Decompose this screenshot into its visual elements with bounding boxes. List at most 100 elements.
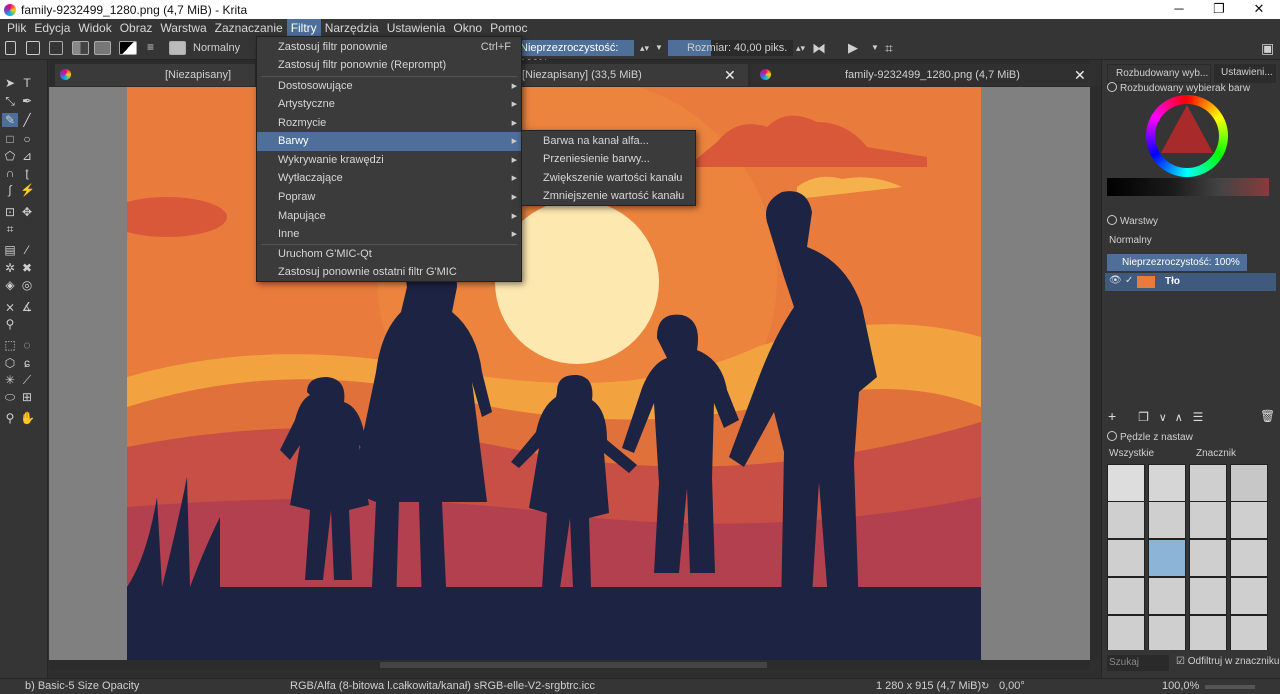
opacity-dropdown-icon[interactable]: ▼ <box>655 40 663 56</box>
move-up-icon[interactable]: ∧ <box>1175 412 1183 424</box>
rectangle-tool-icon[interactable]: □ <box>3 132 17 146</box>
visibility-icon[interactable]: 👁 <box>1109 275 1122 286</box>
presets-search-input[interactable]: Szukaj <box>1107 655 1169 671</box>
vertical-scrollbar[interactable] <box>1090 87 1101 660</box>
menu-item-map[interactable]: Mapujące ▶ <box>257 207 521 226</box>
brush-preset[interactable] <box>1230 501 1268 539</box>
line-tool-icon[interactable]: ╱ <box>20 113 34 127</box>
filter-tag-checkbox[interactable]: ☑ Odfiltruj w znaczniku <box>1176 656 1279 667</box>
crop-tool-icon[interactable]: ⌗ <box>3 222 17 236</box>
bezier-tool-icon[interactable]: ∩ <box>3 166 17 180</box>
color-picker-icon[interactable]: ⁄ <box>20 243 34 257</box>
menu-item-reapply-gmic[interactable]: Zastosuj ponownie ostatni filtr G'MIC <box>257 263 521 282</box>
pattern-icon[interactable] <box>94 41 111 55</box>
menu-window[interactable]: Okno <box>449 19 486 37</box>
menu-item-other[interactable]: Inne ▶ <box>257 225 521 244</box>
maximize-button[interactable]: ❐ <box>1200 0 1238 19</box>
brush-preset[interactable] <box>1189 464 1227 502</box>
presets-tag-select[interactable]: Znacznik <box>1196 448 1236 459</box>
freehand-brush-icon[interactable]: ✎ <box>2 113 18 127</box>
brush-preset[interactable] <box>1189 539 1227 577</box>
contiguous-select-icon[interactable]: ✳ <box>3 373 17 387</box>
blend-mode-select[interactable]: Normalny <box>193 40 240 56</box>
calligraphy-icon[interactable]: ✒ <box>20 94 34 108</box>
freehand-select-icon[interactable]: ɕ <box>20 356 34 370</box>
menu-item-enhance[interactable]: Popraw ▶ <box>257 188 521 207</box>
dynamic-brush-icon[interactable]: ∫ <box>3 183 17 197</box>
save-icon[interactable] <box>49 41 63 55</box>
bezier-select-icon[interactable]: ⬭ <box>3 390 17 404</box>
menu-item-adjust[interactable]: Dostosowujące ▶ <box>257 77 521 96</box>
wrap-icon[interactable]: ⌗ <box>885 40 893 56</box>
horizontal-scrollbar[interactable] <box>49 660 1090 670</box>
ellipse-select-icon[interactable]: ◌ <box>20 338 34 352</box>
tab-color-selector[interactable]: Rozbudowany wyb... <box>1107 64 1211 83</box>
brush-preset[interactable] <box>1148 501 1186 539</box>
menu-item-reapply-reprompt[interactable]: Zastosuj filtr ponownie (Reprompt) <box>257 56 521 75</box>
layer-row[interactable]: 👁 ✓ Tło <box>1105 273 1276 291</box>
brush-preset[interactable] <box>1107 464 1145 502</box>
text-tool-icon[interactable]: T <box>20 76 34 90</box>
colorize-mask-icon[interactable]: ✲ <box>3 261 17 275</box>
docker-toggle-icon[interactable]: ▣ <box>1261 40 1274 56</box>
scroll-thumb[interactable] <box>380 662 767 668</box>
magnetic-select-icon[interactable]: ⊞ <box>20 390 34 404</box>
color-shade-strip[interactable] <box>1107 178 1269 196</box>
duplicate-layer-icon[interactable]: ❐ <box>1138 410 1149 424</box>
add-layer-icon[interactable]: + <box>1108 408 1116 424</box>
minimize-button[interactable]: ─ <box>1160 0 1198 19</box>
open-file-icon[interactable] <box>26 41 40 55</box>
menu-image[interactable]: Obraz <box>116 19 157 37</box>
brush-preset[interactable] <box>1230 539 1268 577</box>
menu-filters[interactable]: Filtry <box>286 19 321 37</box>
mirror-dropdown-icon[interactable]: ▼ <box>871 40 879 56</box>
reference-tool-icon[interactable]: ⚲ <box>3 317 17 331</box>
menu-item-emboss[interactable]: Wytłaczające ▶ <box>257 169 521 188</box>
polygon-tool-icon[interactable]: ⬠ <box>3 149 17 163</box>
delete-layer-icon[interactable]: 🗑 <box>1260 408 1275 424</box>
mirror-vertical-icon[interactable]: ▶ <box>848 40 858 56</box>
brush-preset[interactable] <box>1230 464 1268 502</box>
menu-item-blur[interactable]: Rozmycie ▶ <box>257 114 521 133</box>
transform-tool-icon[interactable]: ⊡ <box>3 205 17 219</box>
layer-properties-icon[interactable]: ☰ <box>1193 410 1204 424</box>
menu-item-color-transfer[interactable]: Przeniesienie barwy... <box>522 150 695 169</box>
polygon-select-icon[interactable]: ⬡ <box>3 356 17 370</box>
brush-settings-icon[interactable]: ≡ <box>147 41 161 55</box>
brush-preset[interactable] <box>1148 615 1186 650</box>
close-button[interactable]: ✕ <box>1240 0 1278 19</box>
brush-preset[interactable] <box>1107 615 1145 650</box>
tab-document-3[interactable]: family-9232499_1280.png (4,7 MiB) ✕ <box>751 64 1097 86</box>
brush-preset[interactable] <box>1148 577 1186 615</box>
menu-help[interactable]: Pomoc <box>486 19 531 37</box>
similar-select-icon[interactable]: ⟋ <box>20 373 34 387</box>
brush-preset[interactable] <box>1107 501 1145 539</box>
layers-opacity-slider[interactable]: Nieprzezroczystość: 100% <box>1107 254 1247 271</box>
menu-edit[interactable]: Edycja <box>30 19 74 37</box>
opacity-slider[interactable]: Nieprzezroczystość: 100% <box>517 40 634 70</box>
menu-select[interactable]: Zaznaczanie <box>211 19 287 37</box>
menu-item-minimize-channel[interactable]: Zmniejszenie wartość kanału <box>522 187 695 206</box>
layers-blend-select[interactable]: Normalny <box>1109 235 1152 246</box>
menu-view[interactable]: Widok <box>74 19 115 37</box>
menu-item-colors[interactable]: Barwy ▶ <box>257 132 521 151</box>
brush-preset-icon[interactable] <box>169 41 186 55</box>
menu-item-edge-detection[interactable]: Wykrywanie krawędzi ▶ <box>257 151 521 170</box>
presets-filter-select[interactable]: Wszystkie <box>1109 448 1154 459</box>
brush-preset[interactable] <box>1230 615 1268 650</box>
ellipse-tool-icon[interactable]: ○ <box>20 132 34 146</box>
brush-preset[interactable] <box>1230 577 1268 615</box>
menu-tools[interactable]: Narzędzia <box>321 19 383 37</box>
new-file-icon[interactable] <box>5 41 16 55</box>
color-triangle[interactable] <box>1161 105 1213 153</box>
menu-item-maximize-channel[interactable]: Zwiększenie wartości kanału <box>522 169 695 188</box>
menu-file[interactable]: Plik <box>3 19 30 37</box>
move-tool-icon[interactable]: ✥ <box>20 205 34 219</box>
brush-preset[interactable] <box>1148 464 1186 502</box>
pan-tool-icon[interactable]: ✋ <box>20 411 35 425</box>
brush-preset-selected[interactable] <box>1148 539 1186 577</box>
multibrush-icon[interactable]: ⚡ <box>20 183 35 197</box>
edit-shapes-icon[interactable]: ⤡ <box>3 94 17 108</box>
move-down-icon[interactable]: ∨ <box>1159 412 1167 424</box>
measure-tool-icon[interactable]: ∡ <box>20 300 34 314</box>
